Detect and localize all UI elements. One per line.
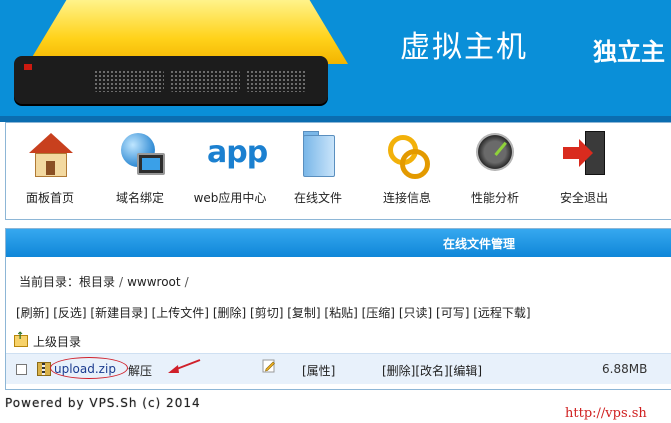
parent-directory-link[interactable]: 上级目录: [14, 331, 82, 350]
file-delete-link[interactable]: [删除]: [382, 364, 415, 378]
header-banner: 虚拟主机 独立主: [0, 0, 671, 122]
server-logo-body: [14, 56, 328, 104]
compress-button[interactable]: [压缩]: [362, 306, 395, 320]
file-rename-link[interactable]: [改名]: [415, 364, 448, 378]
upload-button[interactable]: [上传文件]: [152, 306, 209, 320]
file-size: 6.88MB: [602, 362, 648, 376]
watermark-url: http://vps.sh: [565, 406, 647, 421]
nav-item-webapp[interactable]: app web应用中心: [190, 131, 270, 206]
panel-title: 在线文件管理: [442, 237, 515, 251]
header-subtitle: 独立主: [593, 38, 665, 66]
folder-up-icon: [14, 331, 28, 347]
nav-item-label: 域名绑定: [115, 191, 164, 205]
nav-item-files[interactable]: 在线文件: [278, 131, 358, 206]
invert-selection-button[interactable]: [反选]: [53, 306, 86, 320]
server-grille: [170, 70, 240, 92]
breadcrumb: 当前目录：根目录 / wwwroot /: [19, 273, 193, 290]
copy-button[interactable]: [复制]: [287, 306, 320, 320]
file-edit-link[interactable]: [编辑]: [449, 364, 482, 378]
home-icon: [27, 131, 73, 177]
zip-file-icon: [37, 362, 51, 376]
panel-title-bar: 在线文件管理: [6, 229, 671, 257]
breadcrumb-trailing: /: [184, 275, 189, 289]
file-checkbox[interactable]: [16, 364, 27, 375]
cut-button[interactable]: [剪切]: [250, 306, 283, 320]
exit-icon: [561, 131, 607, 177]
nav-item-logout[interactable]: 安全退出: [544, 131, 624, 206]
nav-item-label: web应用中心: [193, 191, 267, 205]
readonly-button[interactable]: [只读]: [399, 306, 432, 320]
nav-item-connection[interactable]: 连接信息: [367, 131, 447, 206]
file-name-link[interactable]: upload.zip: [54, 362, 116, 376]
properties-link[interactable]: [属性]: [302, 362, 335, 379]
nav-item-label: 安全退出: [559, 191, 608, 205]
remote-download-button[interactable]: [远程下载]: [473, 306, 530, 320]
extract-link[interactable]: 解压: [128, 362, 152, 379]
file-toolbar: [刷新] [反选] [新建目录] [上传文件] [删除] [剪切] [复制] […: [16, 304, 531, 321]
server-grille: [94, 70, 164, 92]
header-title: 虚拟主机: [400, 30, 528, 65]
table-row: upload.zip 解压 [属性] [删除][改名][编辑] 6.88MB: [6, 353, 671, 384]
delete-button[interactable]: [删除]: [213, 306, 246, 320]
server-logo-top: [28, 0, 348, 64]
parent-directory-label: 上级目录: [33, 335, 82, 349]
new-folder-button[interactable]: [新建目录]: [90, 306, 147, 320]
file-actions: [删除][改名][编辑]: [382, 362, 482, 379]
breadcrumb-root[interactable]: 根目录: [79, 275, 115, 289]
nav-item-performance[interactable]: 性能分析: [455, 131, 535, 206]
nav-item-home[interactable]: 面板首页: [10, 131, 90, 206]
globe-monitor-icon: [117, 131, 165, 177]
server-led: [24, 64, 32, 70]
powered-by-footer: Powered by VPS.Sh (c) 2014: [5, 396, 201, 410]
nav-item-label: 性能分析: [470, 191, 519, 205]
app-icon: app: [207, 135, 268, 170]
nav-item-domain[interactable]: 域名绑定: [100, 131, 180, 206]
main-nav: 面板首页 域名绑定 app web应用中心 在线文件 连接信息 性能分析 安全退…: [5, 122, 671, 220]
edit-pencil-icon[interactable]: [262, 359, 276, 373]
breadcrumb-prefix: 当前目录：: [19, 275, 80, 289]
server-grille: [246, 70, 306, 92]
nav-item-label: 连接信息: [382, 191, 431, 205]
paste-button[interactable]: [粘贴]: [324, 306, 357, 320]
breadcrumb-dir[interactable]: wwwroot: [127, 275, 181, 289]
nav-item-label: 面板首页: [25, 191, 74, 205]
annotation-arrow-icon: [168, 359, 201, 373]
file-manager-panel: 在线文件管理 当前目录：根目录 / wwwroot / [刷新] [反选] [新建目录…: [5, 228, 671, 390]
chain-link-icon: [384, 131, 430, 179]
file-folder-icon: [295, 131, 341, 177]
refresh-button[interactable]: [刷新]: [16, 306, 49, 320]
writable-button[interactable]: [可写]: [436, 306, 469, 320]
nav-item-label: 在线文件: [293, 191, 342, 205]
gauge-icon: [472, 131, 518, 177]
breadcrumb-separator: /: [119, 275, 124, 289]
